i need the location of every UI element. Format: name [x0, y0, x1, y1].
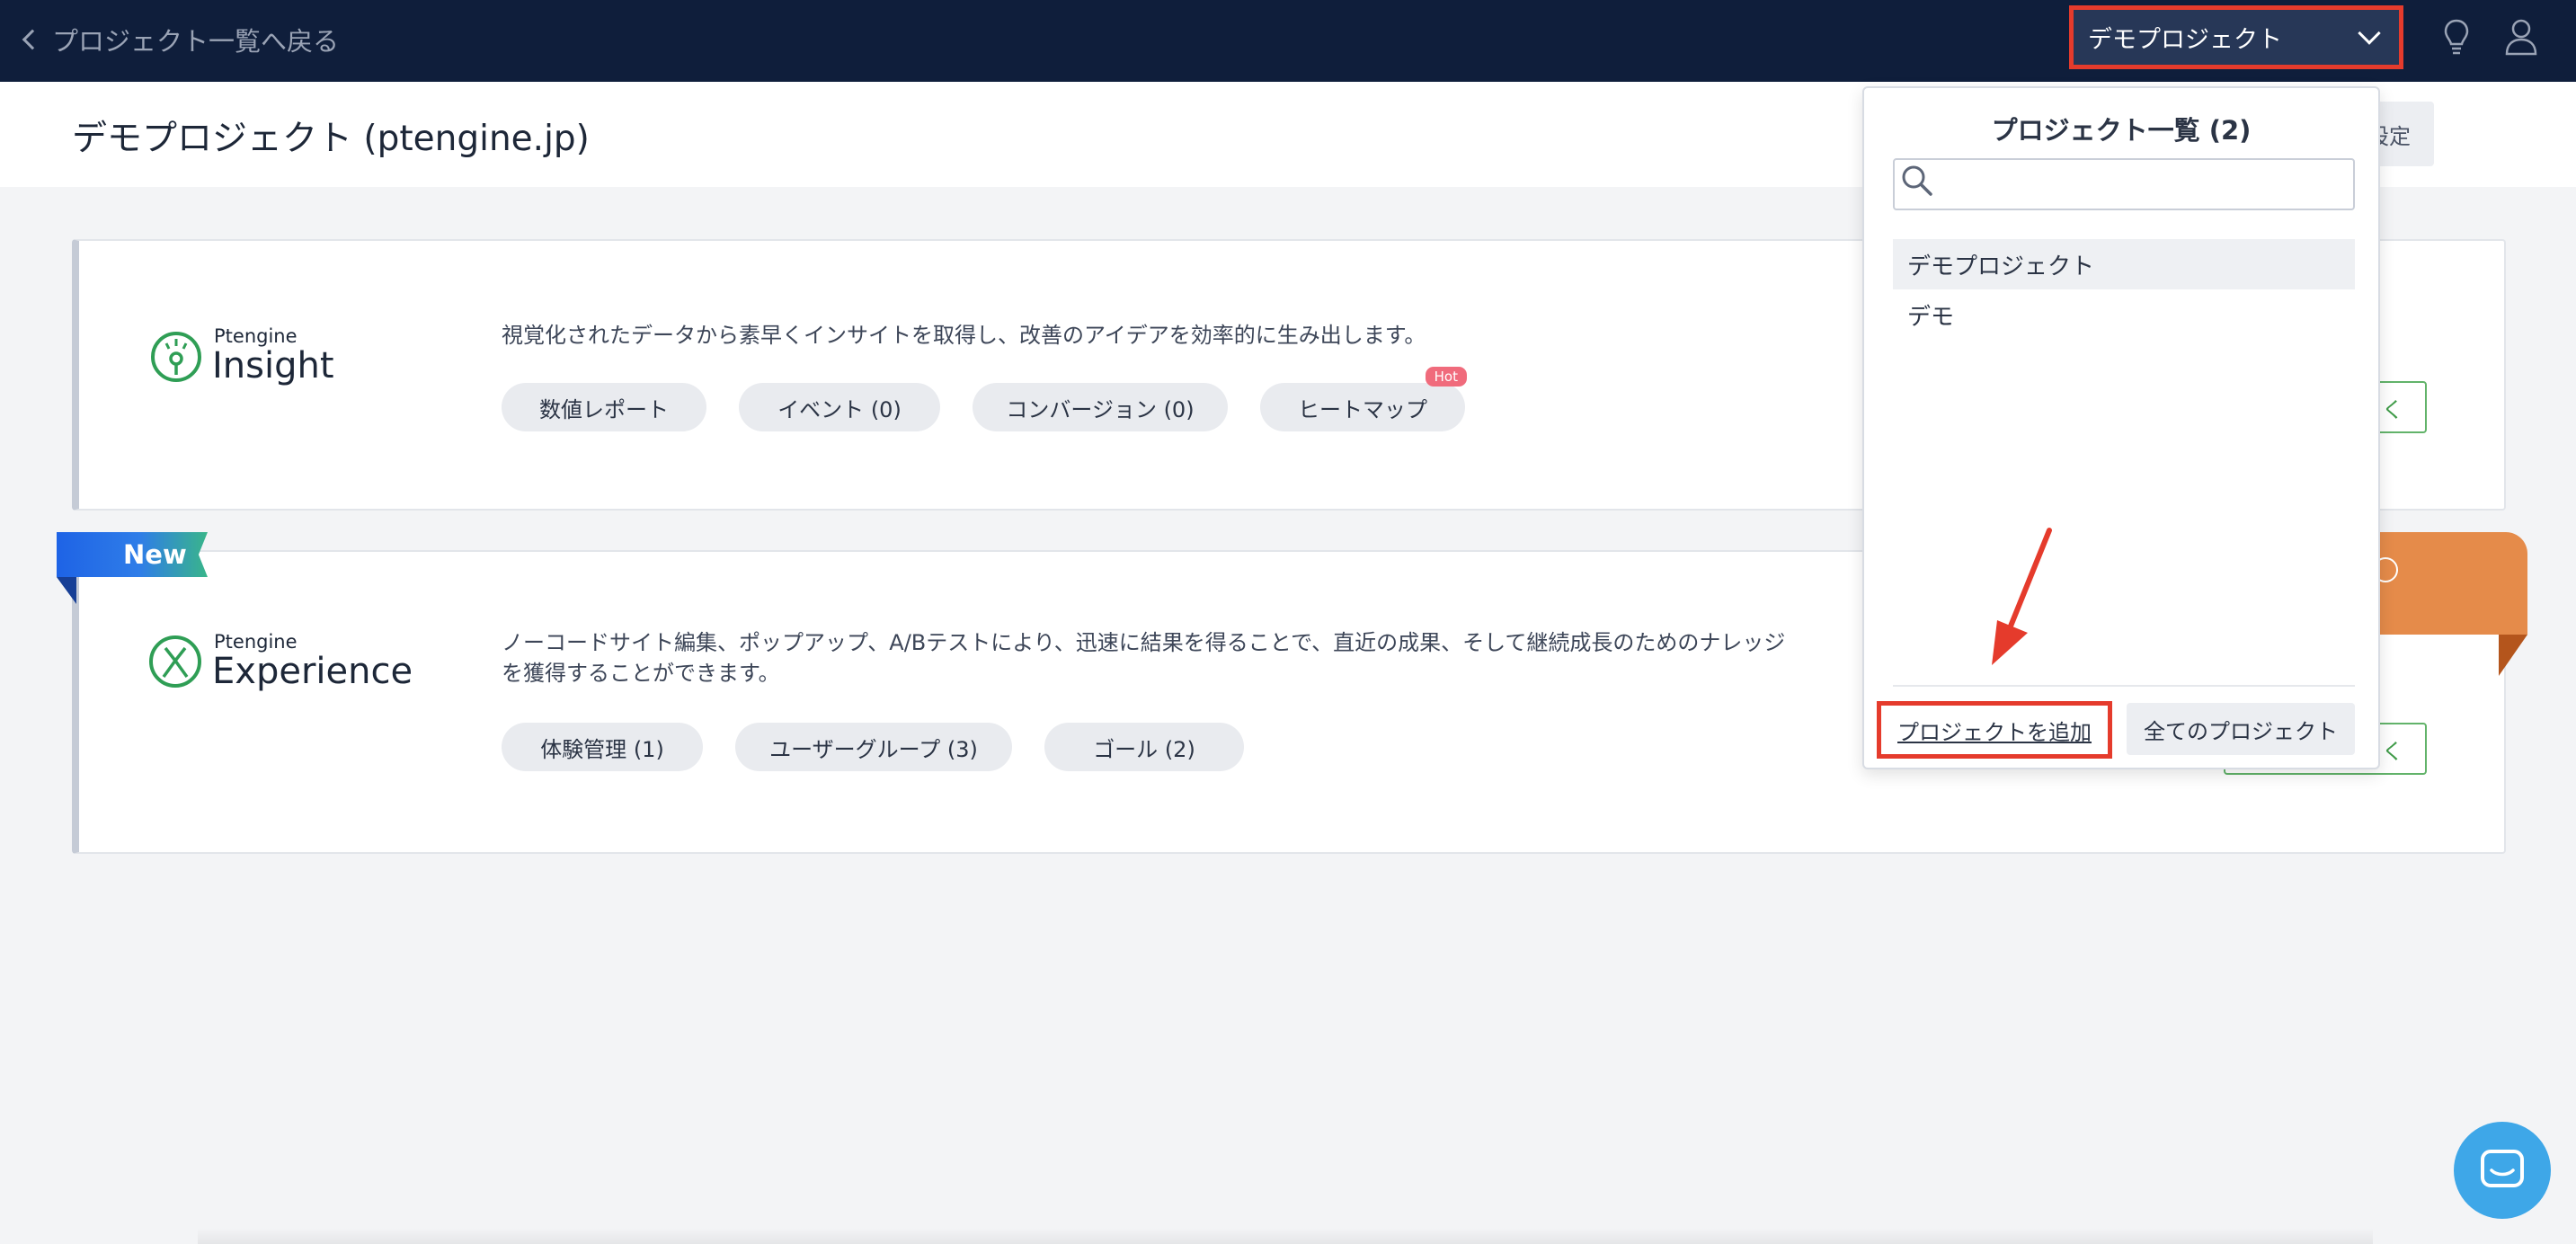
- dropdown-divider: [1893, 685, 2355, 687]
- project-search-input[interactable]: [1893, 158, 2355, 210]
- add-project-label: プロジェクトを追加: [1897, 719, 2092, 745]
- experience-logo: Ptengine Experience: [147, 633, 413, 689]
- chip-user-groups[interactable]: ユーザーグループ (3): [735, 723, 1012, 771]
- chevron-left-icon: [22, 29, 43, 50]
- insight-description: 視覚化されたデータから素早くインサイトを取得し、改善のアイデアを効率的に生み出し…: [502, 323, 1426, 348]
- chip-numeric-report[interactable]: 数値レポート: [502, 383, 706, 431]
- experience-description-line-2: を獲得することができます。: [502, 661, 780, 686]
- chat-launcher-button[interactable]: [2454, 1122, 2551, 1219]
- chevron-down-icon: [2358, 21, 2381, 45]
- new-ribbon-label: New: [123, 539, 187, 570]
- experience-logo-big-text: Experience: [212, 651, 413, 692]
- insight-open-label: く: [2382, 396, 2403, 422]
- chip-label: 数値レポート: [539, 396, 669, 422]
- chip-label: ゴール (2): [1093, 736, 1195, 762]
- chip-label: ユーザーグループ (3): [769, 736, 978, 762]
- project-list-item-label: デモ: [1907, 303, 1955, 331]
- project-list-item[interactable]: デモ: [1893, 289, 2355, 340]
- page-title: デモプロジェクト (ptengine.jp): [72, 119, 590, 159]
- chip-events[interactable]: イベント (0): [739, 383, 940, 431]
- experience-description: ノーコードサイト編集、ポップアップ、A/Bテストにより、迅速に結果を得ることで、…: [502, 627, 1785, 689]
- insight-logo-icon: [151, 331, 201, 382]
- all-projects-label: 全てのプロジェクト: [2144, 718, 2338, 744]
- chip-goals[interactable]: ゴール (2): [1044, 723, 1244, 771]
- chip-label: イベント (0): [777, 396, 902, 422]
- lightbulb-icon[interactable]: [2443, 18, 2470, 58]
- insight-chip-group: 数値レポート イベント (0) コンバージョン (0) ヒートマップ Hot: [502, 367, 1467, 431]
- project-selector-label: デモプロジェクト: [2088, 26, 2282, 54]
- promo-banner[interactable]: [2364, 532, 2527, 635]
- experience-description-line-1: ノーコードサイト編集、ポップアップ、A/Bテストにより、迅速に結果を得ることで、…: [502, 630, 1786, 655]
- back-to-project-list-link[interactable]: プロジェクト一覧へ戻る: [18, 22, 339, 58]
- project-list-item-label: デモプロジェクト: [1907, 253, 2095, 280]
- experience-logo-small-text: Ptengine: [214, 631, 298, 653]
- user-icon[interactable]: [2504, 18, 2538, 56]
- chip-experience-management[interactable]: 体験管理 (1): [502, 723, 703, 771]
- chip-label: 体験管理 (1): [540, 736, 664, 762]
- dropdown-title: プロジェクト一覧 (2): [1991, 115, 2252, 146]
- chip-heatmap[interactable]: ヒートマップ Hot: [1260, 367, 1467, 431]
- new-ribbon: New: [57, 532, 208, 577]
- bottom-shadow: [198, 1228, 2373, 1244]
- experience-chip-group: 体験管理 (1) ユーザーグループ (3) ゴール (2): [502, 723, 1244, 771]
- annotation-arrow-icon: [1992, 528, 2052, 665]
- project-list-item[interactable]: デモプロジェクト: [1893, 239, 2355, 289]
- all-projects-button[interactable]: 全てのプロジェクト: [2127, 703, 2355, 755]
- top-navigation-bar: プロジェクト一覧へ戻る デモプロジェクト: [0, 0, 2576, 82]
- insight-logo-big-text: Insight: [212, 345, 334, 387]
- chip-conversions[interactable]: コンバージョン (0): [973, 383, 1228, 431]
- chip-label: コンバージョン (0): [1006, 396, 1195, 422]
- experience-logo-icon: [149, 635, 201, 688]
- insight-logo: Ptengine Insight: [149, 327, 334, 384]
- chip-label: ヒートマップ: [1298, 396, 1427, 422]
- insight-logo-small-text: Ptengine: [214, 325, 298, 347]
- project-selector[interactable]: デモプロジェクト: [2069, 5, 2403, 69]
- back-link-label: プロジェクト一覧へ戻る: [52, 26, 340, 57]
- chat-icon: [2481, 1150, 2524, 1187]
- project-dropdown-panel: プロジェクト一覧 (2) デモプロジェクト デモ プロジェクトを追加 全てのプロ…: [1862, 86, 2380, 769]
- add-project-link[interactable]: プロジェクトを追加: [1877, 701, 2112, 759]
- hot-badge: Hot: [1425, 367, 1467, 387]
- project-list: デモプロジェクト デモ: [1893, 239, 2355, 340]
